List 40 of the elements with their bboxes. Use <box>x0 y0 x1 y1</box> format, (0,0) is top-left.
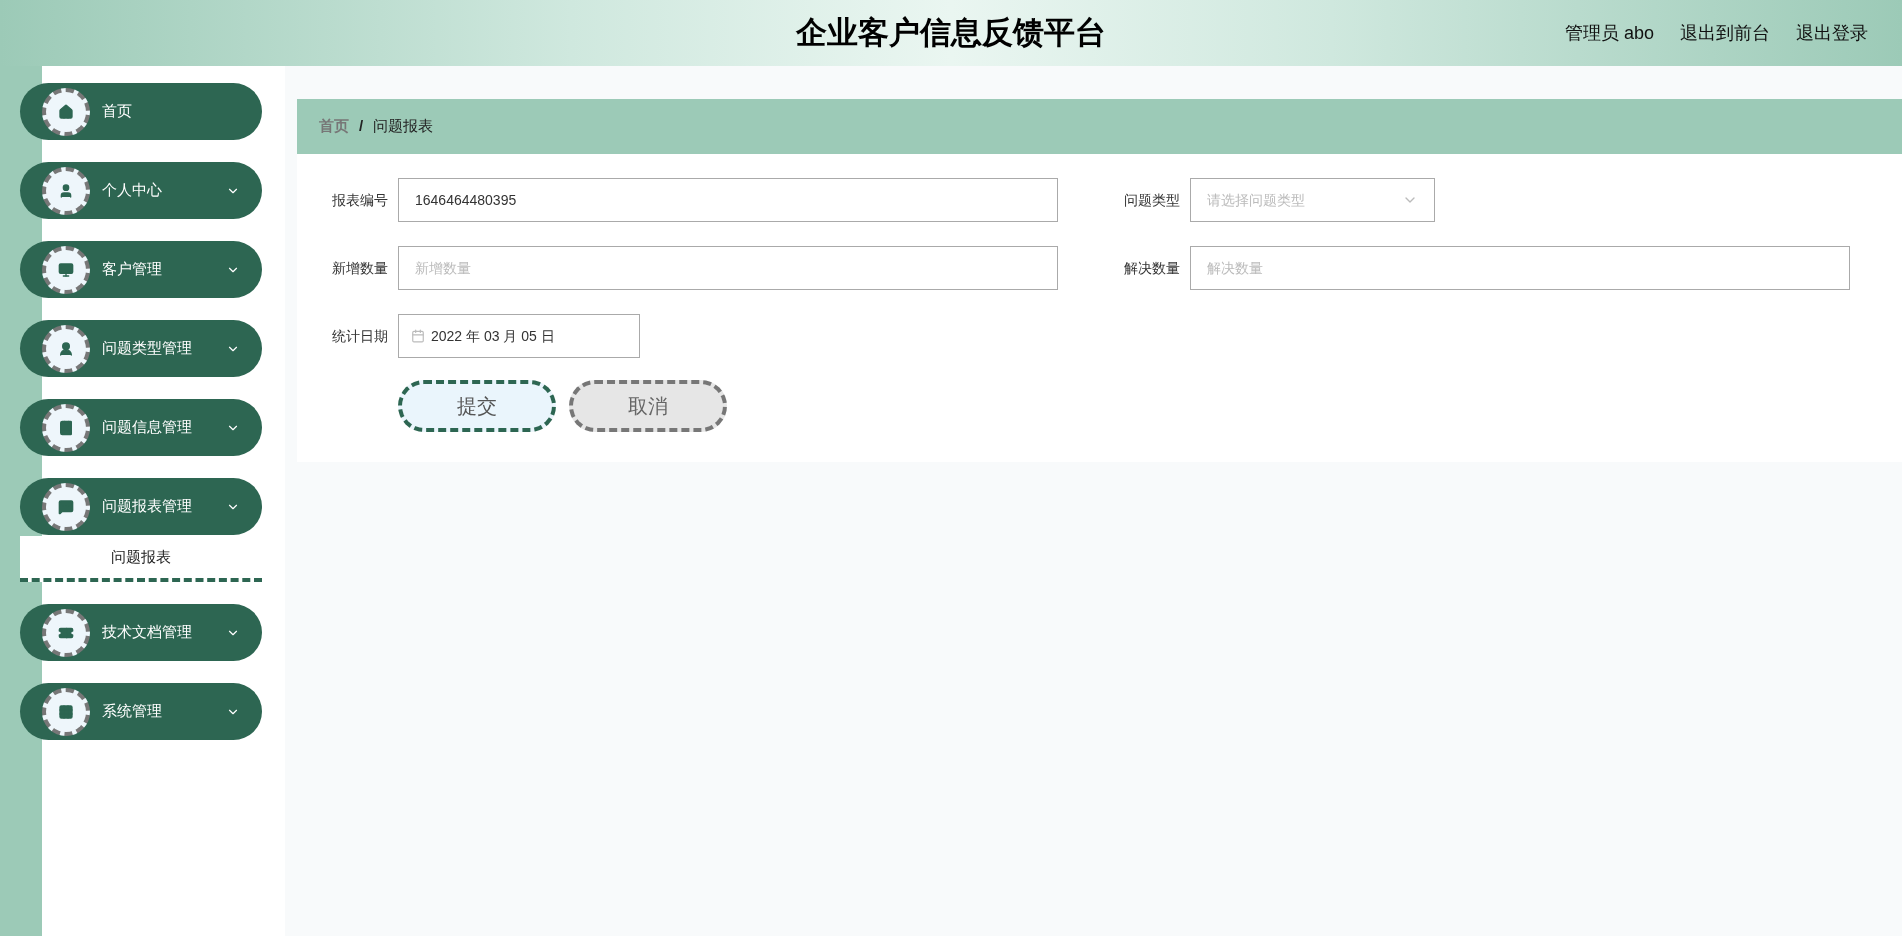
sidebar-label: 系统管理 <box>102 701 163 722</box>
sidebar-label: 技术文档管理 <box>102 622 193 643</box>
sidebar-item[interactable]: 技术文档管理 <box>20 604 262 661</box>
breadcrumb-separator: / <box>359 116 364 137</box>
input-field[interactable]: 新增数量 <box>398 246 1058 290</box>
input-field[interactable]: 1646464480395 <box>398 178 1058 222</box>
user-icon <box>58 182 74 199</box>
header-link[interactable]: 退出到前台 <box>1680 19 1770 47</box>
sidebar-label: 客户管理 <box>102 259 163 280</box>
app-title: 企业客户信息反馈平台 <box>796 13 1106 52</box>
sidebar-item[interactable]: 问题报表管理 <box>20 478 262 535</box>
field-label: 报表编号 <box>331 190 389 210</box>
sidebar-item[interactable]: 个人中心 <box>20 162 262 219</box>
sidebar-label: 问题信息管理 <box>102 417 193 438</box>
submenu-item[interactable]: 问题报表 <box>20 536 262 582</box>
input-field[interactable]: 解决数量 <box>1190 246 1850 290</box>
sidebar-item[interactable]: 系统管理 <box>20 683 262 740</box>
chat-icon <box>58 498 74 515</box>
monitor-icon <box>58 261 74 278</box>
date-field[interactable]: 2022 年 03 月 05 日 <box>398 314 640 358</box>
sidebar-label: 个人中心 <box>102 180 163 201</box>
header-link[interactable]: 管理员 abo <box>1564 19 1654 47</box>
submit-button[interactable]: 提交 <box>398 380 556 432</box>
sidebar-item[interactable]: 问题类型管理 <box>20 320 262 377</box>
field-label: 统计日期 <box>331 326 389 346</box>
field-label: 解决数量 <box>1123 258 1181 278</box>
sidebar-item[interactable]: 客户管理 <box>20 241 262 298</box>
cancel-button[interactable]: 取消 <box>569 380 727 432</box>
field-label: 问题类型 <box>1123 190 1181 210</box>
sidebar-label: 问题类型管理 <box>102 338 193 359</box>
sidebar-label: 首页 <box>102 101 133 122</box>
breadcrumb-link[interactable]: 问题报表 <box>373 115 434 138</box>
field-label: 新增数量 <box>331 258 389 278</box>
sidebar-item[interactable]: 问题信息管理 <box>20 399 262 456</box>
header-link[interactable]: 退出登录 <box>1796 19 1868 47</box>
calendar-icon <box>411 329 425 343</box>
home-icon <box>58 103 74 120</box>
sidebar-label: 问题报表管理 <box>102 496 193 517</box>
user-icon <box>58 340 74 357</box>
sidebar-item[interactable]: 首页 <box>20 83 262 140</box>
